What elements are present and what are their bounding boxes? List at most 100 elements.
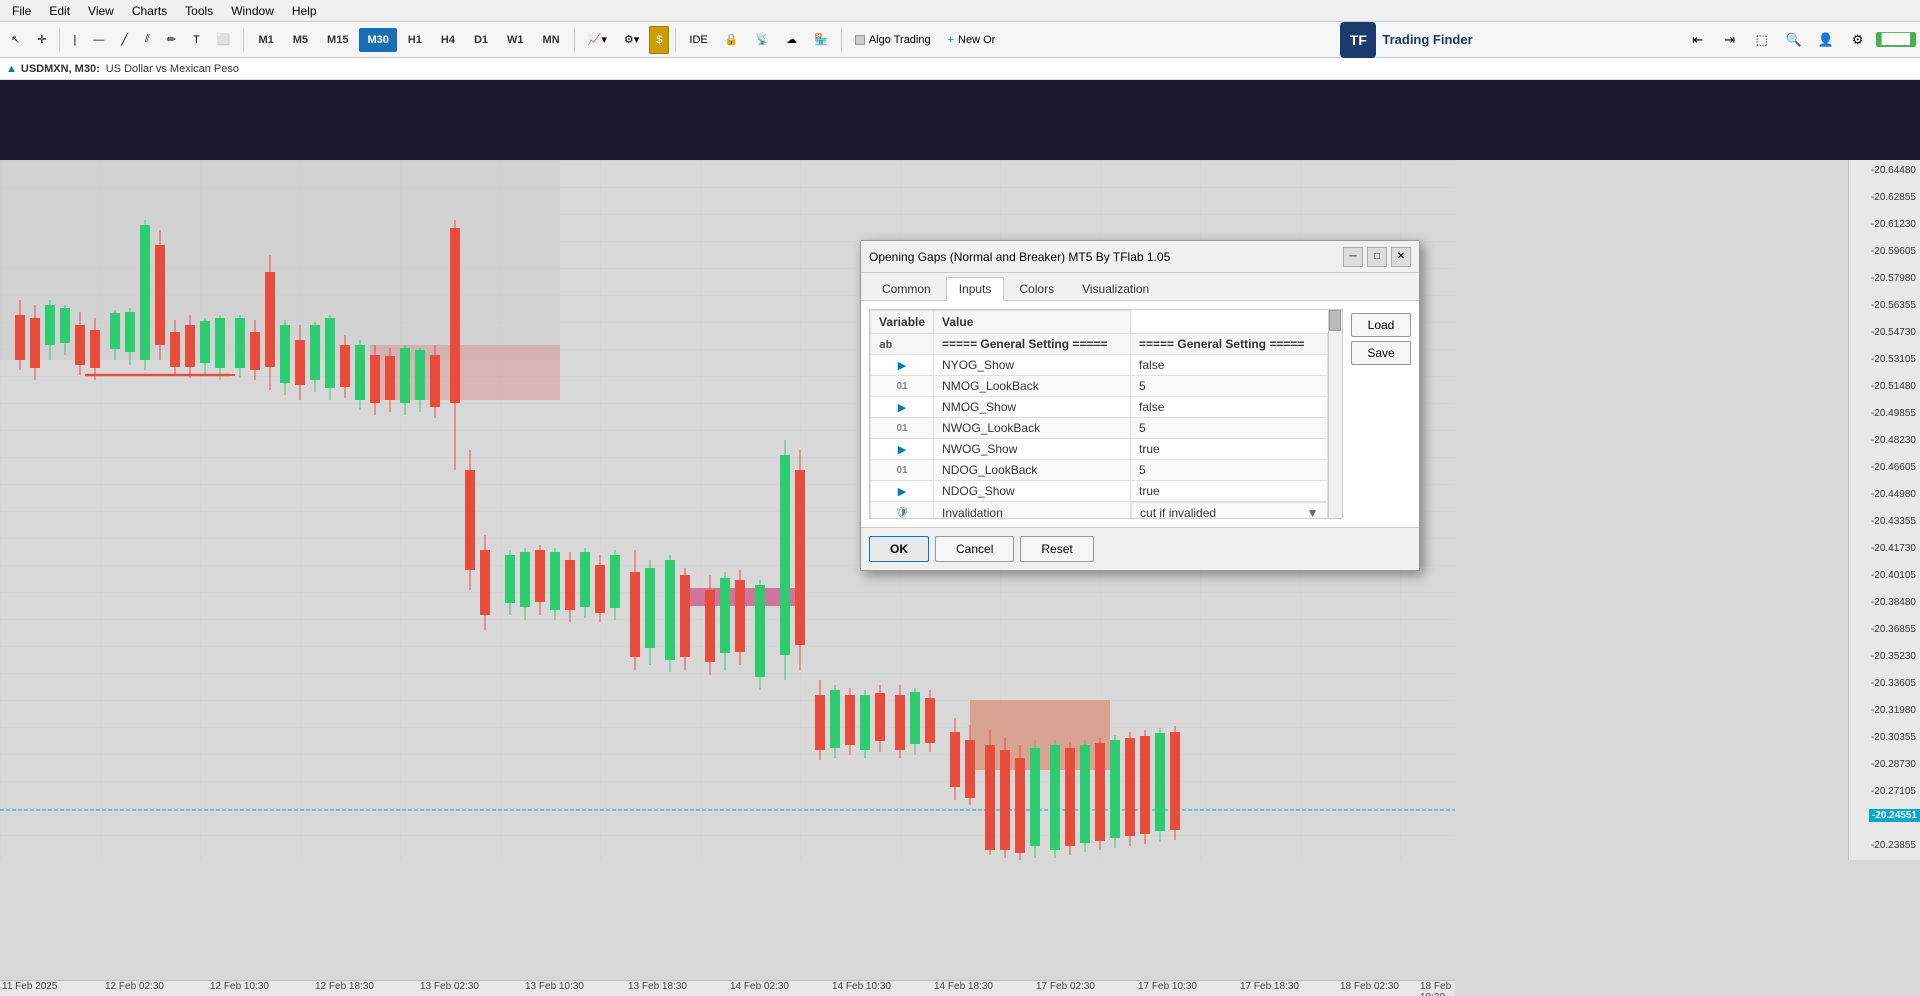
- crosshair-tool[interactable]: ✛: [30, 26, 53, 54]
- tf-m1[interactable]: M1: [250, 28, 281, 52]
- settings-btn[interactable]: ⚙: [1844, 26, 1872, 54]
- signal-btn[interactable]: 📡: [748, 26, 776, 54]
- text-tool[interactable]: T: [186, 26, 207, 54]
- invalidation-value: cut if invalided: [1140, 506, 1216, 519]
- chart-type-btn[interactable]: 📈▾: [581, 26, 614, 54]
- tab-colors[interactable]: Colors: [1006, 277, 1067, 300]
- price-label-1: -20.64480: [1871, 165, 1916, 176]
- nav-right-btn[interactable]: ⇥: [1716, 26, 1744, 54]
- save-button[interactable]: Save: [1351, 341, 1411, 365]
- scroll-thumb[interactable]: [1329, 310, 1341, 331]
- row-icon-cell: 01: [871, 418, 934, 439]
- tab-common[interactable]: Common: [869, 277, 944, 300]
- dialog-action-group: OK Cancel Reset: [869, 536, 1094, 562]
- row-variable-cell: NWOG_Show: [934, 439, 1131, 460]
- price-label-23: -20.28730: [1871, 759, 1916, 770]
- time-label-13: 18 Feb 02:30: [1340, 981, 1399, 992]
- menu-view[interactable]: View: [80, 2, 122, 20]
- zoom-region-btn[interactable]: ⬚: [1748, 26, 1776, 54]
- row-value-cell[interactable]: false: [1131, 397, 1328, 418]
- table-header-row: Variable Value: [871, 311, 1328, 334]
- row-variable-cell: ===== General Setting =====: [934, 334, 1131, 355]
- row-variable-cell: NMOG_LookBack: [934, 376, 1131, 397]
- time-label-5: 13 Feb 10:30: [525, 981, 584, 992]
- price-label-12: -20.46605: [1871, 462, 1916, 473]
- tf-h1[interactable]: H1: [400, 28, 430, 52]
- inputs-scroll-area[interactable]: Variable Value ab ===== G: [869, 309, 1343, 519]
- menu-help[interactable]: Help: [284, 2, 325, 20]
- tf-h4[interactable]: H4: [433, 28, 463, 52]
- dialog-content: Variable Value ab ===== G: [861, 301, 1419, 527]
- price-label-20: -20.33605: [1871, 678, 1916, 689]
- menu-window[interactable]: Window: [223, 2, 282, 20]
- dropdown-arrow-icon: ▼: [1307, 506, 1319, 519]
- cursor-tool[interactable]: ↖: [4, 26, 27, 54]
- symbol-name: USDMXN, M30:: [21, 63, 100, 75]
- load-button[interactable]: Load: [1351, 313, 1411, 337]
- price-label-2: -20.62855: [1871, 192, 1916, 203]
- table-scrollbar[interactable]: [1328, 310, 1342, 518]
- tf-w1[interactable]: W1: [499, 28, 532, 52]
- line-tool[interactable]: |: [66, 26, 83, 54]
- menu-edit[interactable]: Edit: [41, 2, 78, 20]
- market-btn[interactable]: 🏪: [807, 26, 835, 54]
- menu-tools[interactable]: Tools: [177, 2, 221, 20]
- row-icon-cell: 01: [871, 376, 934, 397]
- cloud-btn[interactable]: ☁: [779, 26, 804, 54]
- row-value-cell[interactable]: cut if invalided ▼: [1131, 502, 1327, 519]
- indicators-btn[interactable]: ⚙▾: [617, 26, 646, 54]
- algo-trading-btn[interactable]: Algo Trading: [848, 26, 938, 54]
- row-value-cell[interactable]: true: [1131, 439, 1328, 460]
- new-order-btn[interactable]: + New Or: [941, 26, 1003, 54]
- tab-inputs[interactable]: Inputs: [946, 277, 1005, 301]
- cancel-button[interactable]: Cancel: [935, 536, 1014, 562]
- search-btn[interactable]: 🔍: [1780, 26, 1808, 54]
- row-value-cell[interactable]: 5: [1131, 376, 1328, 397]
- nav-left-btn[interactable]: ⇤: [1684, 26, 1712, 54]
- price-label-24: -20.27105: [1871, 786, 1916, 797]
- table-row: 01 NDOG_LookBack 5: [871, 460, 1328, 481]
- inputs-table-wrapper: Variable Value ab ===== G: [869, 309, 1343, 519]
- ok-button[interactable]: OK: [869, 536, 929, 562]
- menu-bar: File Edit View Charts Tools Window Help: [0, 0, 1920, 22]
- row-value-cell[interactable]: false: [1131, 355, 1328, 376]
- trendline-tool[interactable]: ╱: [114, 26, 135, 54]
- price-label-5: -20.57980: [1871, 273, 1916, 284]
- chart-area[interactable]: -20.64480 -20.62855 -20.61230 -20.59605 …: [0, 160, 1920, 996]
- reset-button[interactable]: Reset: [1020, 536, 1093, 562]
- symbol-description: US Dollar vs Mexican Peso: [106, 63, 239, 75]
- time-label-6: 13 Feb 18:30: [628, 981, 687, 992]
- time-label-7: 14 Feb 02:30: [730, 981, 789, 992]
- price-label-14: -20.43355: [1871, 516, 1916, 527]
- drawing-tool[interactable]: ✏: [160, 26, 183, 54]
- connection-badge: ████: [1876, 32, 1916, 47]
- row-variable-cell: NDOG_LookBack: [934, 460, 1131, 481]
- dialog-tabs: Common Inputs Colors Visualization: [861, 273, 1419, 301]
- template-btn[interactable]: $: [649, 26, 669, 54]
- row-value-cell[interactable]: 5: [1131, 460, 1328, 481]
- row-value-cell[interactable]: 5: [1131, 418, 1328, 439]
- dialog-title: Opening Gaps (Normal and Breaker) MT5 By…: [869, 250, 1170, 264]
- shapes-tool[interactable]: ⬜: [210, 26, 238, 54]
- tab-visualization[interactable]: Visualization: [1069, 277, 1162, 300]
- current-price-indicator: -20.24551: [1869, 809, 1920, 822]
- dialog-close-btn[interactable]: ✕: [1391, 247, 1411, 267]
- sep1: [59, 28, 60, 52]
- dialog-maximize-btn[interactable]: □: [1367, 247, 1387, 267]
- tf-m30[interactable]: M30: [359, 28, 396, 52]
- tf-m5[interactable]: M5: [285, 28, 316, 52]
- tf-mn[interactable]: MN: [535, 28, 568, 52]
- row-icon-cell: 🛡: [871, 502, 934, 520]
- ide-btn[interactable]: IDE: [682, 26, 714, 54]
- menu-charts[interactable]: Charts: [124, 2, 175, 20]
- channel-tool[interactable]: ⫽: [138, 26, 157, 54]
- settings-dialog: Opening Gaps (Normal and Breaker) MT5 By…: [860, 240, 1420, 571]
- dialog-minimize-btn[interactable]: ─: [1343, 247, 1363, 267]
- lock-btn[interactable]: 🔒: [718, 26, 746, 54]
- menu-file[interactable]: File: [4, 2, 39, 20]
- hline-tool[interactable]: —: [86, 26, 111, 54]
- row-value-cell[interactable]: true: [1131, 481, 1328, 502]
- tf-d1[interactable]: D1: [466, 28, 496, 52]
- account-btn[interactable]: 👤: [1812, 26, 1840, 54]
- tf-m15[interactable]: M15: [319, 28, 356, 52]
